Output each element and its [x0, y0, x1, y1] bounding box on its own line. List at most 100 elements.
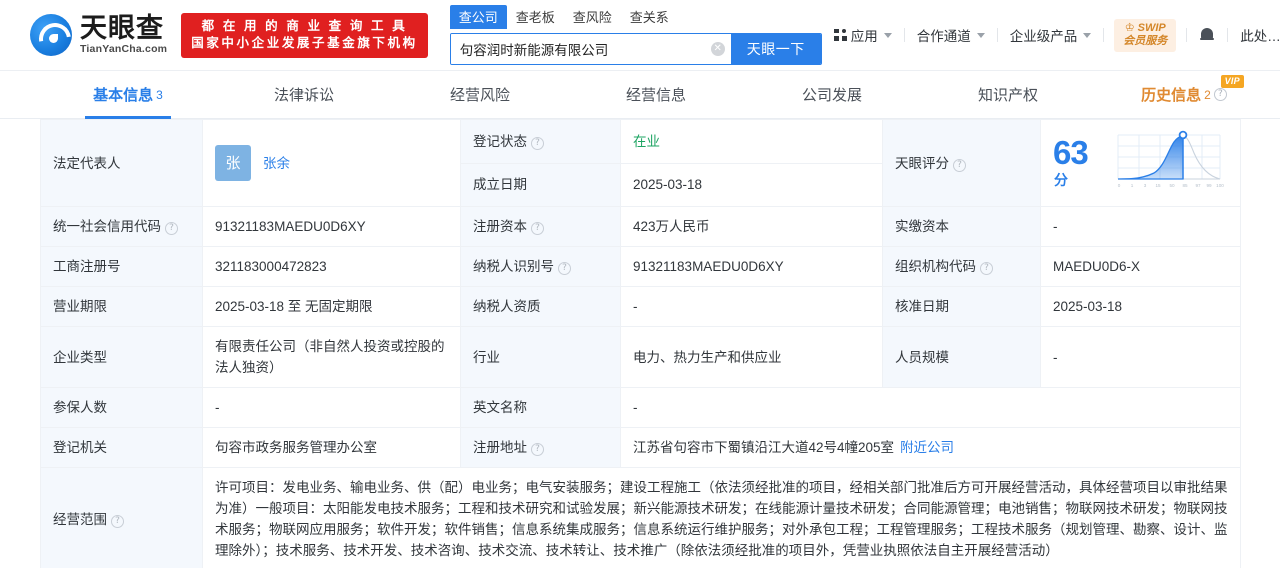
nav-account[interactable]: 此处…: [1228, 25, 1280, 45]
vip-service-line1: ♔ SWIP: [1124, 21, 1166, 34]
nav-apps[interactable]: 应用: [822, 25, 904, 45]
search-bar: ✕ 天眼一下: [449, 33, 822, 65]
search-tabs: 查公司 查老板 查风险 查关系: [449, 5, 822, 29]
cell-score-label: 天眼评分?: [882, 119, 1041, 207]
bell-icon: [1199, 27, 1215, 43]
nav-notifications[interactable]: [1187, 27, 1227, 43]
header-nav: 应用 合作通道 企业级产品 ♔ SWIP 会员服务 此处…: [822, 18, 1280, 52]
table-row: 参保人数 - 英文名称 -: [40, 387, 1241, 428]
search-tab-relation[interactable]: 查关系: [621, 5, 678, 29]
cell-credit-code-value: 91321183MAEDU0D6XY: [202, 206, 461, 247]
cell-reg-address-value: 江苏省句容市下蜀镇沿江大道42号4幢205室 附近公司: [620, 427, 1241, 468]
score-number: 63: [1053, 133, 1089, 171]
avatar: 张: [215, 145, 251, 181]
tianyancha-logo-icon: [30, 14, 72, 56]
svg-text:85: 85: [1182, 183, 1188, 188]
cell-staff-size-value: -: [1040, 326, 1241, 388]
tab-intellectual-property[interactable]: 知识产权: [920, 71, 1096, 118]
cell-reg-capital-value: 423万人民币: [620, 206, 883, 247]
svg-text:100: 100: [1216, 183, 1224, 188]
svg-text:50: 50: [1169, 183, 1175, 188]
tab-business-info[interactable]: 经营信息: [568, 71, 744, 118]
site-header: 天眼查 TianYanCha.com 都 在 用 的 商 业 查 询 工 具 国…: [0, 0, 1280, 70]
svg-text:97: 97: [1195, 183, 1201, 188]
cell-paid-capital-label: 实缴资本: [882, 206, 1041, 247]
table-row: 营业期限 2025-03-18 至 无固定期限 纳税人资质 - 核准日期 202…: [40, 286, 1241, 327]
nav-partner-label: 合作通道: [916, 29, 971, 44]
search-input[interactable]: [450, 34, 705, 64]
tab-company-development[interactable]: 公司发展: [744, 71, 920, 118]
help-icon[interactable]: ?: [531, 222, 544, 235]
table-row: 经营范围? 许可项目：发电业务、输电业务、供（配）电业务；电气安装服务；建设工程…: [40, 467, 1241, 568]
logo-name-cn: 天眼查: [80, 13, 164, 44]
table-row: 统一社会信用代码? 91321183MAEDU0D6XY 注册资本? 423万人…: [40, 206, 1241, 247]
cell-reg-authority-label: 登记机关: [40, 427, 203, 468]
cell-scope-label: 经营范围?: [40, 467, 203, 568]
vip-badge: VIP: [1220, 75, 1244, 88]
cell-approval-date-label: 核准日期: [882, 286, 1041, 327]
help-icon[interactable]: ?: [165, 222, 178, 235]
cell-taxpayer-id-label: 纳税人识别号?: [460, 246, 621, 287]
company-info-panel: 法定代表人 张 张余 登记状态? 在业 天眼评分? 63分 0 1 3 15 5…: [0, 119, 1280, 568]
help-icon[interactable]: ?: [953, 158, 966, 172]
search-tab-company[interactable]: 查公司: [449, 5, 507, 29]
logo-name-en: TianYanCha.com: [80, 43, 168, 56]
help-icon[interactable]: ?: [531, 136, 544, 150]
cell-english-name-value: -: [620, 387, 1241, 428]
cell-reg-authority-value: 句容市政务服务管理办公室: [202, 427, 461, 468]
cell-industry-value: 电力、热力生产和供应业: [620, 326, 883, 388]
nav-divider: [1103, 28, 1105, 42]
cell-legal-rep-label: 法定代表人: [40, 119, 203, 207]
cell-insured-value: -: [202, 387, 461, 428]
legal-rep-link[interactable]: 张余: [263, 153, 290, 174]
grid-icon: [833, 29, 847, 41]
cell-operating-period-value: 2025-03-18 至 无固定期限: [202, 286, 461, 327]
svg-text:99: 99: [1206, 183, 1212, 188]
cell-taxpayer-qual-label: 纳税人资质: [460, 286, 621, 327]
clear-search-icon[interactable]: ✕: [705, 34, 731, 64]
svg-text:1: 1: [1131, 183, 1134, 188]
cell-approval-date-value: 2025-03-18: [1040, 286, 1241, 327]
search-tab-risk[interactable]: 查风险: [564, 5, 621, 29]
help-icon[interactable]: ?: [111, 514, 124, 528]
cell-taxpayer-qual-value: -: [620, 286, 883, 327]
tab-basic-info-count: 3: [156, 87, 163, 102]
tab-history-info[interactable]: VIP 历史信息 2 ?: [1096, 71, 1272, 118]
tab-legal-proceedings-label: 法律诉讼: [273, 87, 334, 104]
cell-org-code-label: 组织机构代码?: [882, 246, 1041, 287]
nav-enterprise[interactable]: 企业级产品: [998, 25, 1104, 45]
tab-history-info-count: 2: [1204, 87, 1211, 102]
tab-basic-info[interactable]: 基本信息 3: [40, 71, 216, 118]
cell-insured-label: 参保人数: [40, 387, 203, 428]
tab-business-info-label: 经营信息: [625, 87, 686, 104]
nav-partner[interactable]: 合作通道: [905, 25, 997, 45]
cell-company-type-label: 企业类型: [40, 326, 203, 388]
help-icon[interactable]: ?: [531, 443, 544, 456]
help-icon[interactable]: ?: [980, 262, 993, 275]
company-info-table: 法定代表人 张 张余 登记状态? 在业 天眼评分? 63分 0 1 3 15 5…: [40, 119, 1241, 568]
chevron-down-icon: [976, 32, 985, 38]
promo-banner-line2: 国家中小企业发展子基金旗下机构: [191, 35, 418, 50]
svg-text:15: 15: [1155, 183, 1161, 188]
cell-paid-capital-value: -: [1040, 206, 1241, 247]
score-unit: 分: [1054, 171, 1068, 188]
nav-apps-label: 应用: [850, 29, 878, 44]
tab-business-risk[interactable]: 经营风险: [392, 71, 568, 118]
nav-enterprise-label: 企业级产品: [1009, 29, 1078, 44]
table-row: 工商注册号 321183000472823 纳税人识别号? 91321183MA…: [40, 246, 1241, 287]
tab-legal-proceedings[interactable]: 法律诉讼: [216, 71, 392, 118]
nearby-companies-link[interactable]: 附近公司: [900, 440, 954, 455]
help-icon[interactable]: ?: [558, 262, 571, 275]
chevron-down-icon: [1083, 32, 1092, 38]
search-tab-boss[interactable]: 查老板: [507, 5, 564, 29]
logo[interactable]: 天眼查 TianYanCha.com: [30, 14, 167, 56]
search-button[interactable]: 天眼一下: [730, 34, 821, 64]
vip-service-button[interactable]: ♔ SWIP 会员服务: [1114, 18, 1177, 52]
reg-address-text: 江苏省句容市下蜀镇沿江大道42号4幢205室: [633, 440, 895, 455]
tab-intellectual-property-label: 知识产权: [977, 87, 1038, 104]
status-badge[interactable]: 在业: [633, 134, 660, 149]
help-icon[interactable]: ?: [1213, 88, 1227, 101]
logo-text: 天眼查 TianYanCha.com: [80, 15, 167, 55]
section-tabbar: 基本信息 3 法律诉讼 经营风险 经营信息 公司发展 知识产权 VIP 历史信息…: [0, 70, 1280, 119]
cell-taxpayer-id-value: 91321183MAEDU0D6XY: [620, 246, 883, 287]
